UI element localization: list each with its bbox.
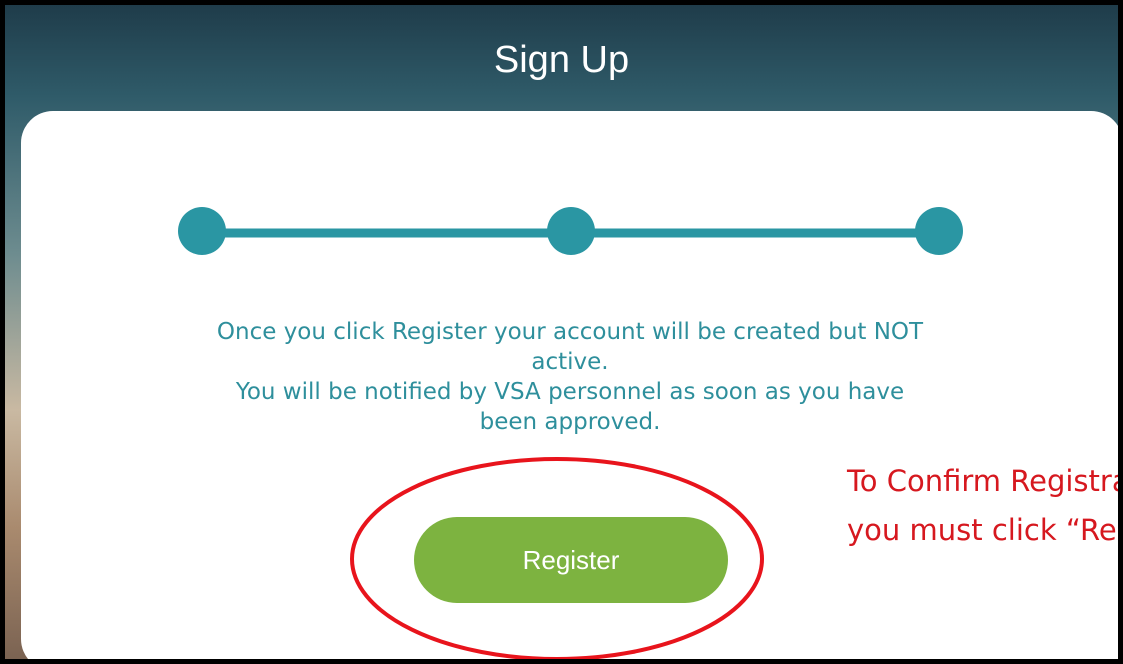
screenshot-frame: Sign Up Once you click Register your acc… (0, 0, 1123, 664)
register-button[interactable]: Register (414, 517, 728, 603)
notice-line-3: You will be notified by VSA personnel as… (235, 379, 905, 405)
notice-line-2: active. (531, 349, 609, 375)
instruction-callout: To Confirm Registration you must click “… (823, 443, 1118, 659)
instruction-callout-text: To Confirm Registration you must click “… (847, 457, 1118, 555)
notice-line-1: Once you click Register your account wil… (216, 319, 924, 345)
registration-notice: Once you click Register your account wil… (105, 317, 1035, 437)
notice-line-4: been approved. (479, 409, 661, 435)
callout-line-2: you must click “Register” (847, 513, 1118, 547)
callout-line-1: To Confirm Registration (847, 464, 1118, 498)
page-title: Sign Up (493, 39, 630, 81)
